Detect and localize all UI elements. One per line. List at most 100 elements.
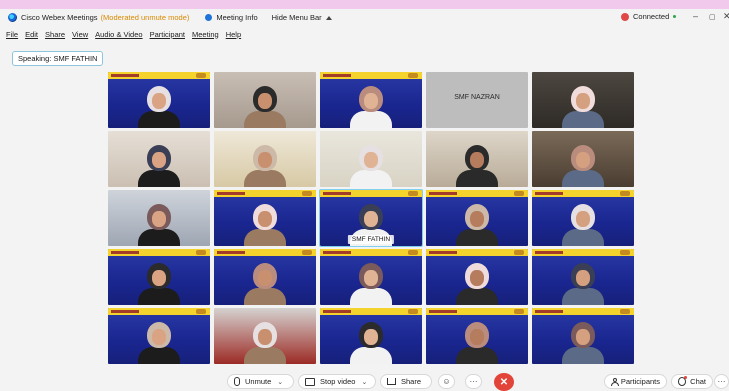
video-tile[interactable] [426, 190, 528, 246]
participant-video [137, 261, 181, 305]
video-tile[interactable] [532, 190, 634, 246]
menu-item-meeting[interactable]: Meeting [192, 30, 219, 39]
video-tile[interactable] [214, 190, 316, 246]
panel-more-button[interactable]: ··· [714, 374, 729, 389]
unmute-button[interactable]: Unmute ⌄ [227, 374, 294, 389]
chat-button[interactable]: Chat [671, 374, 713, 389]
meeting-info-label: Meeting Info [216, 13, 258, 22]
virtual-background-banner [214, 190, 316, 197]
share-button[interactable]: Share [380, 374, 432, 389]
participant-video [137, 84, 181, 128]
participant-video [137, 143, 181, 187]
video-tile[interactable] [320, 72, 422, 128]
virtual-background-banner [320, 190, 422, 197]
video-tile[interactable] [108, 131, 210, 187]
virtual-background-banner [532, 249, 634, 256]
menu-item-participant[interactable]: Participant [150, 30, 185, 39]
participants-icon [611, 378, 619, 386]
virtual-background-banner [532, 190, 634, 197]
virtual-background-banner [426, 249, 528, 256]
restore-button[interactable]: ▢ [709, 13, 716, 21]
video-tile[interactable] [108, 190, 210, 246]
virtual-background-banner [426, 308, 528, 315]
connection-status[interactable]: Connected [621, 12, 677, 21]
participant-video [561, 202, 605, 246]
chat-label: Chat [690, 377, 706, 386]
webex-logo-icon [8, 13, 17, 22]
hide-menu-bar-button[interactable]: Hide Menu Bar [272, 13, 332, 22]
menu-item-edit[interactable]: Edit [25, 30, 38, 39]
menu-item-audio-video[interactable]: Audio & Video [95, 30, 142, 39]
stop-video-label: Stop video [320, 377, 356, 386]
participant-video [455, 261, 499, 305]
speaking-indicator: Speaking: SMF FATHIN [12, 51, 104, 66]
video-grid: SMF NAZRAN SMF FATHIN [108, 72, 636, 367]
video-tile[interactable] [532, 249, 634, 305]
participant-video [137, 202, 181, 246]
participant-video [137, 320, 181, 364]
close-window-button[interactable]: ✕ [723, 11, 729, 22]
participant-video [455, 320, 499, 364]
video-tile[interactable] [320, 131, 422, 187]
info-icon [205, 14, 213, 21]
menu-item-help[interactable]: Help [226, 30, 241, 39]
video-tile[interactable] [108, 249, 210, 305]
virtual-background-banner [320, 249, 422, 256]
video-tile[interactable] [320, 308, 422, 364]
connection-icon [621, 12, 629, 21]
share-icon [387, 378, 396, 385]
virtual-background-banner [214, 249, 316, 256]
participant-video [349, 84, 393, 128]
virtual-background-banner [532, 308, 634, 315]
minimize-button[interactable]: – [693, 11, 698, 21]
share-label: Share [401, 377, 422, 386]
video-tile[interactable] [214, 249, 316, 305]
connection-label: Connected [633, 12, 670, 21]
meeting-controls-bar: Unmute ⌄ Stop video ⌄ Share ☺ ··· ✕ Part… [0, 372, 729, 391]
participant-video [561, 261, 605, 305]
camera-icon [305, 377, 315, 386]
video-tile[interactable] [426, 131, 528, 187]
participant-video [243, 84, 287, 128]
video-tile[interactable] [320, 249, 422, 305]
unmute-label: Unmute [245, 377, 272, 386]
virtual-background-banner [320, 72, 422, 79]
video-tile[interactable] [426, 308, 528, 364]
video-tile[interactable] [108, 72, 210, 128]
video-tile[interactable] [214, 308, 316, 364]
menu-bar: File Edit Share View Audio & Video Participan… [0, 28, 729, 40]
stop-video-button[interactable]: Stop video ⌄ [298, 374, 376, 389]
video-tile[interactable] [214, 72, 316, 128]
video-tile[interactable] [426, 249, 528, 305]
video-tile[interactable]: SMF NAZRAN [426, 72, 528, 128]
connection-indicator-icon [673, 15, 677, 18]
leave-meeting-button[interactable]: ✕ [494, 373, 514, 391]
chevron-up-icon [325, 15, 332, 20]
video-tile[interactable] [532, 308, 634, 364]
virtual-background-banner [108, 249, 210, 256]
chat-icon [678, 376, 688, 386]
app-title: Cisco Webex Meetings [21, 13, 98, 22]
participant-video [455, 143, 499, 187]
participants-label: Participants [620, 377, 660, 386]
video-tile[interactable] [532, 131, 634, 187]
participant-name-label: SMF FATHIN [347, 235, 395, 244]
participants-button[interactable]: Participants [604, 374, 667, 389]
menu-item-file[interactable]: File [6, 30, 18, 39]
menu-item-share[interactable]: Share [45, 30, 65, 39]
chevron-down-icon[interactable]: ⌄ [361, 378, 367, 386]
menu-item-view[interactable]: View [72, 30, 88, 39]
reactions-button[interactable]: ☺ [438, 374, 455, 389]
chevron-down-icon[interactable]: ⌄ [277, 378, 283, 386]
more-options-button[interactable]: ··· [465, 374, 482, 389]
video-tile[interactable]: SMF FATHIN [319, 189, 423, 247]
participant-video [455, 202, 499, 246]
video-tile[interactable] [214, 131, 316, 187]
participant-video [243, 202, 287, 246]
virtual-background-banner [426, 190, 528, 197]
meeting-info-button[interactable]: Meeting Info [205, 13, 258, 22]
hide-menu-label: Hide Menu Bar [271, 13, 322, 22]
more-icon: ··· [469, 377, 478, 386]
video-tile[interactable] [532, 72, 634, 128]
video-tile[interactable] [108, 308, 210, 364]
